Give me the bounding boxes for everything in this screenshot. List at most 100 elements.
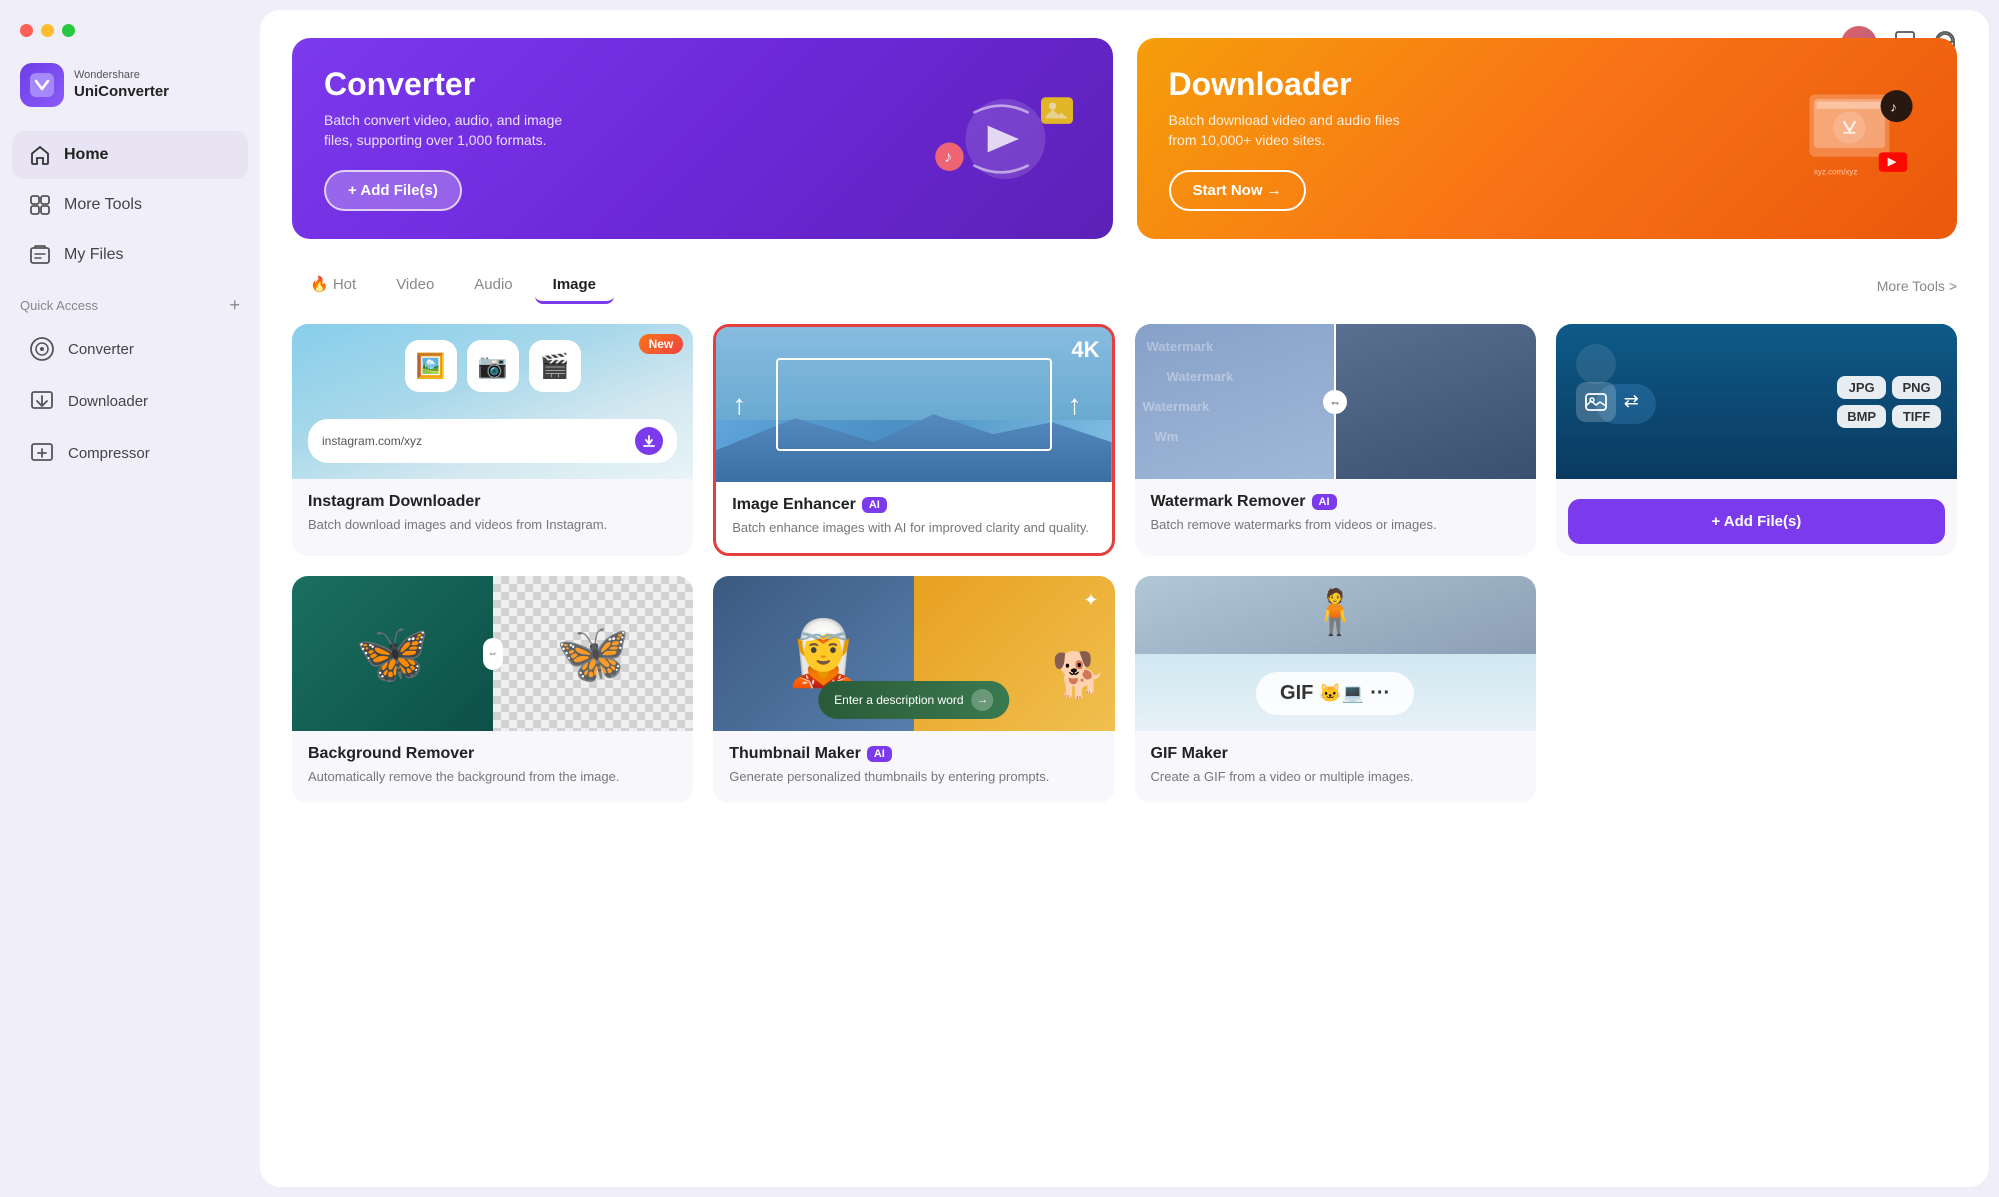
my-files-icon — [28, 243, 52, 267]
downloader-start-btn[interactable]: Start Now → — [1169, 170, 1306, 211]
watermark-text-3: Watermark — [1143, 399, 1210, 414]
enhancer-frame — [776, 358, 1053, 451]
tab-hot[interactable]: 🔥 Hot — [292, 267, 374, 304]
tool-card-background-remover[interactable]: 🦋 🦋 ⇔ Background Remover Autom — [292, 576, 693, 802]
converter-banner-graphic: ♪ — [921, 79, 1081, 199]
background-remover-info: Background Remover Automatically remove … — [292, 731, 693, 802]
image-enhancer-ai-badge: AI — [862, 497, 887, 513]
tab-image[interactable]: Image — [535, 268, 614, 304]
bg-remover-handle: ⇔ — [483, 638, 503, 670]
tab-hot-label: 🔥 Hot — [310, 275, 356, 293]
window-minimize[interactable] — [41, 24, 54, 37]
converter-icon — [28, 335, 56, 363]
window-close[interactable] — [20, 24, 33, 37]
gif-maker-info: GIF Maker Create a GIF from a video or m… — [1135, 731, 1536, 802]
thumbnail-maker-info: Thumbnail Maker AI Generate personalized… — [713, 731, 1114, 802]
image-enhancer-image: ↑ ↑ 4K — [716, 327, 1111, 482]
thumbnail-maker-ai-badge: AI — [867, 746, 892, 762]
background-remover-desc: Automatically remove the background from… — [308, 768, 677, 786]
ig-download-btn[interactable] — [635, 427, 663, 455]
quick-nav: Converter Downloader Compressor — [0, 324, 260, 478]
gif-dots: 🐱‍💻 — [1319, 683, 1364, 704]
new-badge: New — [639, 334, 684, 354]
image-converter-image: JPG PNG BMP TIFF — [1556, 324, 1957, 479]
more-tools-icon — [28, 193, 52, 217]
thumbnail-dog: 🐕 — [1052, 649, 1107, 701]
gif-maker-title: GIF Maker — [1151, 745, 1520, 763]
converter-add-files-btn[interactable]: + Add File(s) — [324, 170, 462, 211]
compressor-icon — [28, 439, 56, 467]
sidebar-item-more-tools-label: More Tools — [64, 196, 142, 214]
tab-video[interactable]: Video — [378, 268, 452, 304]
ig-photo-icon: 🖼️ — [405, 340, 457, 392]
app-logo: Wondershare UniConverter — [0, 53, 260, 131]
sidebar-item-more-tools[interactable]: More Tools — [12, 181, 248, 229]
format-bmp: BMP — [1837, 405, 1886, 428]
watermark-remover-info: Watermark Remover AI Batch remove waterm… — [1135, 479, 1536, 550]
gif-person-icon: 🧍 — [1308, 586, 1363, 638]
format-png: PNG — [1892, 376, 1941, 399]
sidebar-item-home[interactable]: Home — [12, 131, 248, 179]
logo-brand: Wondershare — [74, 69, 169, 82]
tab-video-label: Video — [396, 276, 434, 293]
instagram-downloader-image: 🖼️ 📷 🎬 instagram.com/xyz — [292, 324, 693, 479]
sidebar-item-converter[interactable]: Converter — [12, 324, 248, 374]
quick-access-label: Quick Access — [20, 298, 98, 313]
sidebar-item-downloader[interactable]: Downloader — [12, 376, 248, 426]
image-enhancer-desc: Batch enhance images with AI for improve… — [732, 519, 1095, 537]
home-icon — [28, 143, 52, 167]
tab-audio[interactable]: Audio — [456, 268, 530, 304]
sidebar-converter-label: Converter — [68, 341, 134, 358]
converter-banner-title: Converter — [324, 66, 921, 103]
ig-url-bar: instagram.com/xyz — [308, 419, 677, 463]
sparkle-icon: ✦ — [1083, 590, 1098, 611]
tool-card-image-converter[interactable]: JPG PNG BMP TIFF — [1556, 324, 1957, 556]
image-converter-add-files-btn[interactable]: + Add File(s) — [1568, 499, 1945, 544]
downloader-banner-desc: Batch download video and audio files fro… — [1169, 111, 1429, 150]
downloader-banner-graphic: ♪ xyz.com/xyz — [1765, 79, 1925, 199]
gif-badge: GIF 🐱‍💻 ··· — [1256, 672, 1414, 715]
sidebar-item-my-files[interactable]: My Files — [12, 231, 248, 279]
thumbnail-maker-desc: Generate personalized thumbnails by ente… — [729, 768, 1098, 786]
ig-url-text: instagram.com/xyz — [322, 434, 422, 448]
enhancer-4k-label: 4K — [1071, 337, 1099, 363]
tools-grid: 🖼️ 📷 🎬 instagram.com/xyz — [292, 324, 1957, 802]
gif-ellipsis: ··· — [1370, 682, 1390, 705]
quick-access-add[interactable]: + — [229, 295, 240, 316]
thumbnail-prompt-bar[interactable]: Enter a description word → — [818, 681, 1009, 719]
up-arrow-left: ↑ — [732, 391, 746, 419]
divider-handle: ⇔ — [1323, 390, 1347, 414]
converter-banner[interactable]: Converter Batch convert video, audio, an… — [292, 38, 1113, 239]
thumbnail-prompt-text: Enter a description word — [834, 693, 963, 707]
convert-arrows-icon: ⇄ — [1624, 391, 1639, 412]
more-tools-link[interactable]: More Tools > — [1877, 278, 1957, 294]
background-remover-image: 🦋 🦋 ⇔ — [292, 576, 693, 731]
watermark-remover-title: Watermark Remover AI — [1151, 493, 1520, 511]
image-enhancer-title: Image Enhancer AI — [732, 496, 1095, 514]
tool-card-image-enhancer[interactable]: ↑ ↑ 4K Image Enhancer AI Batch enhance i… — [713, 324, 1114, 556]
tool-card-instagram-downloader[interactable]: 🖼️ 📷 🎬 instagram.com/xyz — [292, 324, 693, 556]
window-maximize[interactable] — [62, 24, 75, 37]
thumbnail-prompt-arrow: → — [972, 689, 994, 711]
sidebar-item-home-label: Home — [64, 146, 108, 164]
converter-banner-desc: Batch convert video, audio, and image fi… — [324, 111, 584, 150]
tool-card-gif-maker[interactable]: 🧍 GIF 🐱‍💻 ··· GIF Maker Create — [1135, 576, 1536, 802]
sidebar-item-compressor[interactable]: Compressor — [12, 428, 248, 478]
watermark-text-4: Wm — [1155, 429, 1179, 444]
svg-text:♪: ♪ — [1890, 99, 1897, 114]
format-tiff: TIFF — [1892, 405, 1941, 428]
watermark-remover-image: Watermark Watermark Watermark Wm ⇔ — [1135, 324, 1536, 479]
watermark-text-1: Watermark — [1147, 339, 1214, 354]
logo-icon — [20, 63, 64, 107]
format-jpg: JPG — [1837, 376, 1886, 399]
main-content: Converter Batch convert video, audio, an… — [260, 10, 1989, 1187]
tool-card-watermark-remover[interactable]: Watermark Watermark Watermark Wm ⇔ — [1135, 324, 1536, 556]
downloader-banner[interactable]: Downloader Batch download video and audi… — [1137, 38, 1958, 239]
thumbnail-maker-title: Thumbnail Maker AI — [729, 745, 1098, 763]
tool-card-thumbnail-maker[interactable]: 🧝 🐕 ✦ Enter a description word → — [713, 576, 1114, 802]
instagram-downloader-title: Instagram Downloader — [308, 493, 677, 511]
logo-name: UniConverter — [74, 83, 169, 101]
main-wrapper: Converter Batch convert video, audio, an… — [260, 0, 1999, 1197]
ig-camera-icon: 📷 — [467, 340, 519, 392]
instagram-downloader-desc: Batch download images and videos from In… — [308, 516, 677, 534]
